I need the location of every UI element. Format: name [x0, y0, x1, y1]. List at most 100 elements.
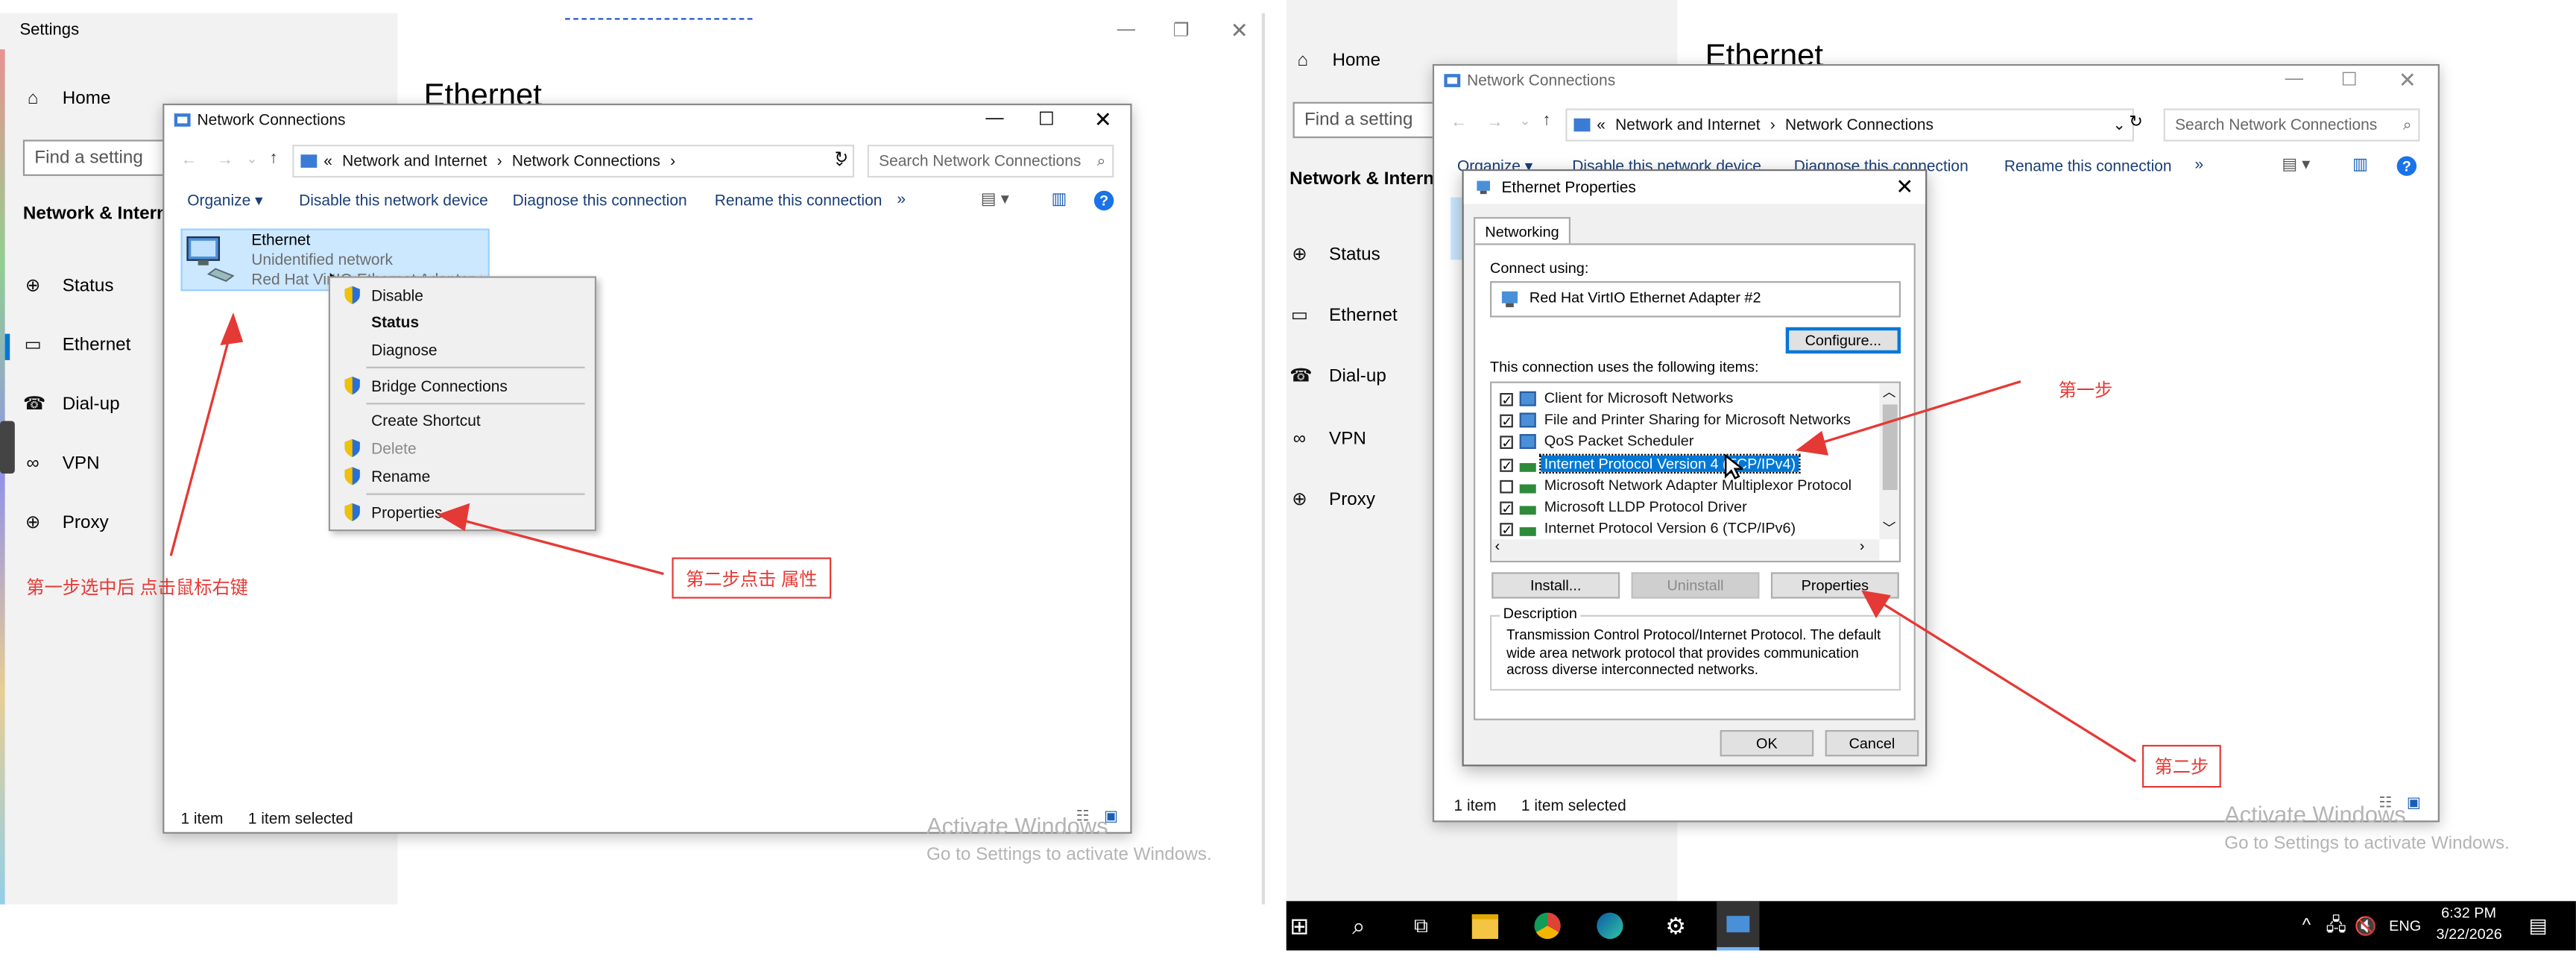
cancel-button[interactable]: Cancel	[1825, 730, 1919, 757]
help-icon[interactable]: ?	[1093, 190, 1114, 211]
file-explorer-icon[interactable]	[1467, 901, 1503, 950]
close-icon[interactable]: ✕	[1094, 107, 1112, 133]
component-item[interactable]: ✓ Microsoft LLDP Protocol Driver	[1493, 498, 1874, 518]
settings-nav-ethernet[interactable]: ▭ Ethernet	[1289, 306, 1398, 325]
settings-search-input[interactable]: Find a setting	[1292, 101, 1441, 139]
back-arrow-icon[interactable]: ←	[180, 151, 197, 169]
search-icon[interactable]: ⌕	[1342, 901, 1375, 950]
component-item[interactable]: ✓ File and Printer Sharing for Microsoft …	[1493, 412, 1874, 431]
scroll-thumb[interactable]	[1882, 404, 1898, 491]
component-item[interactable]: ✓ Internet Protocol Version 6 (TCP/IPv6)	[1493, 520, 1874, 539]
maximize-icon[interactable]: ☐	[1038, 109, 1055, 130]
breadcrumb-item[interactable]: Network Connections	[512, 152, 660, 170]
refresh-icon[interactable]: ↻	[835, 150, 848, 168]
component-item[interactable]: ✓ Client for Microsoft Networks	[1493, 390, 1874, 409]
recent-chevron-icon[interactable]: ⌄	[247, 151, 258, 166]
menu-item-bridge[interactable]: Bridge Connections	[371, 378, 508, 396]
scroll-down-icon[interactable]: ﹀	[1883, 520, 1896, 538]
diagnose-command[interactable]: Diagnose this connection	[513, 192, 687, 210]
rename-command[interactable]: Rename this connection	[715, 192, 883, 210]
menu-item-status[interactable]: Status	[371, 314, 419, 332]
dialog-close-icon[interactable]: ✕	[1895, 175, 1913, 201]
scroll-up-icon[interactable]: ︿	[1883, 383, 1896, 401]
component-checkbox[interactable]: ✓	[1500, 436, 1513, 450]
chrome-icon[interactable]	[1530, 901, 1565, 950]
breadcrumb-item[interactable]: Network and Internet	[1615, 116, 1760, 133]
large-icons-view-icon[interactable]: ▣	[2407, 794, 2421, 812]
settings-nav-ethernet[interactable]: ▭ Ethernet	[23, 336, 131, 355]
ok-button[interactable]: OK	[1720, 730, 1814, 757]
notification-icon[interactable]: ▤	[2522, 901, 2554, 950]
settings-nav-status[interactable]: ⊕ Status	[1289, 245, 1380, 265]
configure-button[interactable]: Configure...	[1785, 327, 1901, 354]
component-checkbox[interactable]: ✓	[1500, 501, 1513, 515]
search-input[interactable]: Search Network Connections ⌕	[2163, 108, 2420, 142]
volume-muted-icon[interactable]: 🔇	[2354, 901, 2377, 950]
forward-arrow-icon[interactable]: →	[1487, 113, 1503, 131]
settings-nav-proxy[interactable]: ⊕ Proxy	[23, 513, 109, 532]
help-icon[interactable]: ?	[2396, 156, 2417, 176]
up-arrow-icon[interactable]: ↑	[1543, 112, 1551, 130]
view-options-icon[interactable]: ▤ ▾	[2282, 156, 2310, 174]
scroll-left-icon[interactable]: ‹	[1495, 538, 1500, 554]
start-icon[interactable]: ⊞	[1287, 901, 1313, 950]
component-item[interactable]: ✓ QoS Packet Scheduler	[1493, 433, 1874, 453]
breadcrumb-item[interactable]: Network Connections	[1785, 116, 1933, 133]
tab-networking[interactable]: Networking	[1473, 217, 1571, 245]
task-view-icon[interactable]: ⧉	[1404, 901, 1437, 950]
settings-nav-dialup[interactable]: ☎ Dial-up	[1289, 367, 1386, 386]
address-dropdown-icon[interactable]: ⌄	[2112, 116, 2126, 133]
drag-handles[interactable]	[565, 18, 753, 20]
network-app-icon[interactable]	[1717, 901, 1760, 951]
more-commands[interactable]: »	[2195, 156, 2204, 174]
close-icon[interactable]: ✕	[1231, 18, 1248, 44]
properties-button[interactable]: Properties	[1770, 572, 1899, 599]
breadcrumb-prefix[interactable]: «	[323, 152, 332, 170]
menu-item-properties[interactable]: Properties	[371, 505, 442, 523]
network-tray-icon[interactable]: 🖧	[2325, 901, 2348, 950]
recent-chevron-icon[interactable]: ⌄	[1520, 113, 1531, 128]
component-item[interactable]: ✓ Internet Protocol Version 4 (TCP/IPv4)	[1493, 453, 1874, 474]
menu-item-rename[interactable]: Rename	[371, 468, 430, 486]
breadcrumb-prefix[interactable]: «	[1597, 116, 1606, 133]
up-arrow-icon[interactable]: ↑	[269, 150, 277, 168]
preview-pane-icon[interactable]: ▥	[2352, 156, 2368, 174]
settings-search-input[interactable]: Find a setting	[22, 139, 180, 176]
back-arrow-icon[interactable]: ←	[1450, 113, 1467, 131]
scroll-right-icon[interactable]: ›	[1860, 538, 1865, 554]
clock-date[interactable]: 3/22/2026	[2437, 925, 2502, 942]
settings-nav-vpn[interactable]: ∞ VPN	[23, 454, 99, 474]
component-checkbox[interactable]	[1500, 480, 1513, 494]
edge-icon[interactable]	[1592, 901, 1628, 950]
language-indicator[interactable]: ENG	[2387, 901, 2422, 950]
menu-item-disable[interactable]: Disable	[371, 288, 423, 306]
disable-device-command[interactable]: Disable this network device	[299, 192, 488, 210]
side-handle[interactable]	[0, 421, 15, 474]
restore-icon[interactable]: ❐	[1173, 19, 1190, 41]
menu-item-diagnose[interactable]: Diagnose	[371, 342, 437, 360]
component-checkbox[interactable]: ✓	[1500, 458, 1513, 472]
menu-item-create-shortcut[interactable]: Create Shortcut	[371, 412, 481, 430]
component-checkbox[interactable]: ✓	[1500, 523, 1513, 537]
refresh-icon[interactable]: ↻	[2129, 113, 2142, 131]
forward-arrow-icon[interactable]: →	[217, 151, 233, 169]
settings-nav-proxy[interactable]: ⊕ Proxy	[1289, 490, 1375, 509]
minimize-icon[interactable]: —	[2285, 69, 2303, 89]
rename-command[interactable]: Rename this connection	[2004, 158, 2172, 176]
component-checkbox[interactable]: ✓	[1500, 392, 1513, 407]
organize-menu[interactable]: Organize ▾	[187, 192, 262, 210]
settings-home[interactable]: ⌂ Home	[1293, 51, 1380, 70]
more-commands[interactable]: »	[897, 191, 906, 209]
settings-nav-status[interactable]: ⊕ Status	[23, 276, 114, 295]
component-checkbox[interactable]: ✓	[1500, 415, 1513, 429]
clock-time[interactable]: 6:32 PM	[2441, 905, 2496, 921]
breadcrumb-item[interactable]: Network and Internet	[342, 152, 487, 170]
settings-gear-icon[interactable]: ⚙	[1658, 901, 1693, 950]
minimize-icon[interactable]: —	[1117, 19, 1135, 39]
preview-pane-icon[interactable]: ▥	[1052, 191, 1067, 209]
tray-chevron-icon[interactable]: ^	[2296, 901, 2316, 950]
settings-home[interactable]: ⌂ Home	[23, 89, 111, 108]
settings-nav-dialup[interactable]: ☎ Dial-up	[23, 394, 120, 414]
install-button[interactable]: Install...	[1491, 572, 1620, 599]
component-item[interactable]: Microsoft Network Adapter Multiplexor Pr…	[1493, 477, 1874, 496]
